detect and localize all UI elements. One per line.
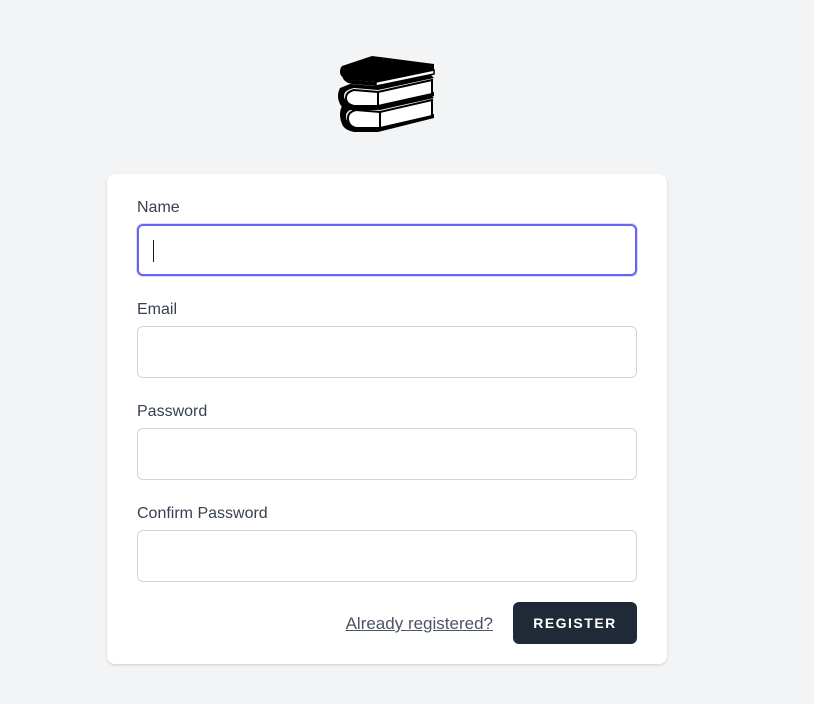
confirm-password-input[interactable]: [137, 530, 637, 582]
email-label: Email: [137, 301, 178, 318]
register-button[interactable]: REGISTER: [513, 602, 637, 644]
text-caret: [153, 240, 154, 262]
books-icon: [338, 56, 435, 132]
name-label: Name: [137, 199, 180, 216]
password-label: Password: [137, 403, 208, 420]
register-form-card: Name Email Password Confirm Password Alr…: [107, 174, 667, 664]
already-registered-link[interactable]: Already registered?: [346, 614, 493, 634]
password-input[interactable]: [137, 428, 637, 480]
name-input[interactable]: [137, 224, 637, 276]
email-input[interactable]: [137, 326, 637, 378]
confirm-password-label: Confirm Password: [137, 505, 268, 522]
